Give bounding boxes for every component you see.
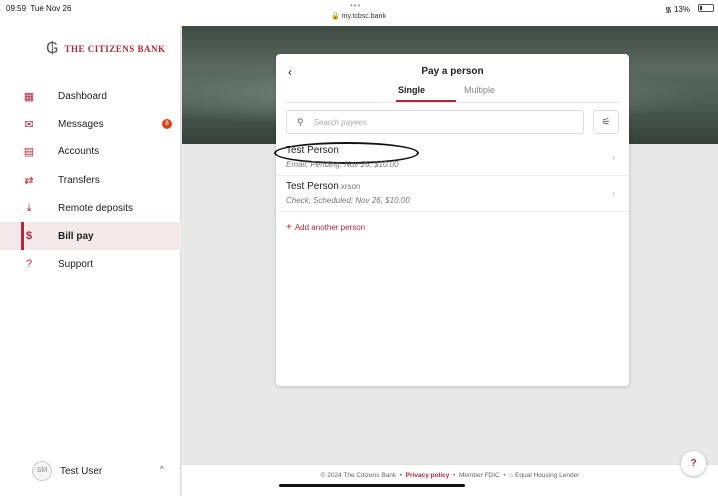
payee-name: Test Person — [274, 142, 419, 164]
sidebar-item-bill-pay[interactable]: $ Bill pay — [0, 222, 181, 250]
active-tab-indicator — [396, 100, 456, 102]
add-person-button[interactable]: + Add another person — [286, 222, 365, 233]
chevron-up-icon[interactable]: ^ — [160, 465, 164, 474]
footer-text: © 2024 The Citizens Bank • Privacy polic… — [320, 472, 580, 479]
search-icon: ⚲ — [297, 116, 304, 127]
pay-person-dialog: ‹ Pay a person Single Multiple ⚲ ⚟ Test … — [274, 54, 629, 386]
search-payees[interactable]: ⚲ — [286, 110, 584, 134]
sidebar-item-dashboard[interactable]: ▦ Dashboard — [0, 82, 181, 110]
payee-row[interactable]: Test Person Email, Pending: Nov 26, $10.… — [274, 140, 629, 176]
tab-single[interactable]: Single — [398, 85, 425, 95]
page-footer: © 2024 The Citizens Bank • Privacy polic… — [182, 464, 718, 496]
sidebar-item-support[interactable]: ? Support — [0, 250, 181, 278]
battery-icon — [698, 4, 714, 12]
bank-emblem-icon: ₲ — [46, 40, 59, 57]
sliders-icon: ⚟ — [601, 116, 611, 128]
question-circle-icon: ? — [25, 258, 33, 270]
chevron-right-icon: › — [612, 153, 615, 162]
user-name: Test User — [60, 465, 103, 477]
accounts-icon: ▤ — [23, 145, 35, 158]
search-input[interactable] — [313, 117, 554, 127]
tab-multiple[interactable]: Multiple — [464, 85, 495, 95]
payee-name: Test Person xrson — [286, 181, 361, 192]
status-right: ᯾ 13% — [664, 5, 690, 14]
status-time: 09:59 Tue Nov 26 — [6, 4, 72, 13]
chevron-right-icon: › — [612, 189, 615, 198]
lock-icon: 🔒 — [331, 13, 340, 20]
payee-detail: Email, Pending: Nov 26, $10.00 — [286, 160, 399, 169]
user-menu[interactable]: SM Test User ^ — [0, 456, 181, 486]
dashboard-icon: ▦ — [23, 90, 35, 103]
filter-button[interactable]: ⚟ — [593, 110, 619, 134]
sidebar-item-accounts[interactable]: ▤ Accounts — [0, 137, 181, 165]
url-bar[interactable]: 🔒 my.tcbsc.bank — [331, 12, 386, 20]
bank-logo[interactable]: ₲ THE CITIZENS BANK — [46, 40, 165, 58]
help-button[interactable]: ? — [681, 451, 706, 476]
sidebar-item-messages[interactable]: ✉ Messages 8 — [0, 110, 181, 138]
sidebar-item-transfers[interactable]: ⇄ Transfers — [0, 166, 181, 194]
equal-housing-icon: ⌂ — [509, 472, 514, 479]
sidebar: ₲ THE CITIZENS BANK ▦ Dashboard ✉ Messag… — [0, 26, 181, 496]
tabs-divider — [286, 102, 619, 103]
transfer-arrows-icon: ⇄ — [24, 174, 34, 187]
messages-badge: 8 — [162, 119, 172, 129]
deposit-icon: ⤓ — [26, 201, 32, 214]
avatar: SM — [32, 461, 52, 481]
multitask-dots[interactable]: ••• — [350, 1, 361, 10]
payee-row[interactable]: Test Person xrson Check, Scheduled: Nov 2… — [276, 176, 629, 212]
dialog-title: Pay a person — [421, 66, 484, 77]
plus-icon: + — [286, 222, 292, 233]
envelope-icon: ✉ — [24, 118, 34, 131]
home-indicator[interactable] — [279, 484, 465, 487]
sidebar-item-remote-deposits[interactable]: ⤓ Remote deposits — [0, 194, 181, 222]
privacy-policy-link[interactable]: Privacy policy — [406, 472, 450, 479]
payee-detail: Check, Scheduled: Nov 26, $10.00 — [286, 196, 410, 205]
wifi-icon: ᯾ — [664, 5, 672, 14]
bill-pay-icon: $ — [25, 230, 33, 242]
status-bar: 09:59 Tue Nov 26 ••• 🔒 my.tcbsc.bank ᯾ 1… — [0, 0, 718, 26]
